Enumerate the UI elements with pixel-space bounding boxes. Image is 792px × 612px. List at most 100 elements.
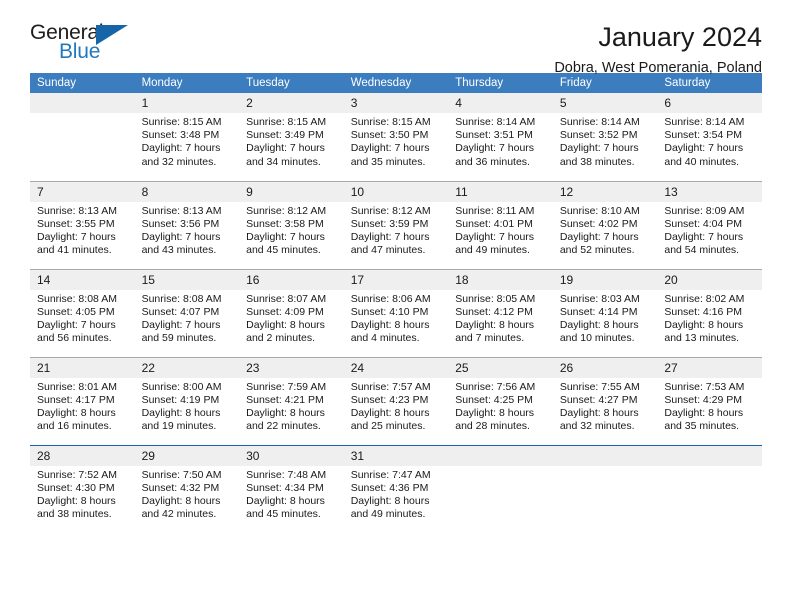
day-number: 29 [134, 445, 240, 466]
day-number [657, 445, 762, 466]
day-details: Sunrise: 8:10 AM Sunset: 4:02 PM Dayligh… [553, 202, 658, 258]
day-cell[interactable] [30, 93, 135, 181]
sunrise-text: Sunrise: 7:52 AM [37, 468, 117, 481]
day-cell[interactable]: 31 Sunrise: 7:47 AM Sunset: 4:36 PM Dayl… [343, 444, 449, 533]
daylight-text-line2: and 56 minutes. [37, 332, 112, 345]
day-cell[interactable]: 26 Sunrise: 7:55 AM Sunset: 4:27 PM Dayl… [552, 356, 658, 445]
daylight-text-line2: and 40 minutes. [664, 155, 740, 168]
sunset-text: Sunset: 3:50 PM [350, 129, 429, 142]
day-details: Sunrise: 7:55 AM Sunset: 4:27 PM Dayligh… [553, 378, 658, 434]
day-cell[interactable]: 13 Sunrise: 8:09 AM Sunset: 4:04 PM Dayl… [657, 180, 762, 269]
daylight-text-line2: and 16 minutes. [37, 420, 112, 433]
sunrise-text: Sunrise: 8:12 AM [350, 204, 431, 217]
day-cell[interactable]: 5 Sunrise: 8:14 AM Sunset: 3:52 PM Dayli… [552, 93, 658, 181]
day-cell[interactable] [657, 444, 762, 533]
sunset-text: Sunset: 3:55 PM [37, 217, 115, 230]
sunrise-text: Sunrise: 7:50 AM [141, 468, 222, 481]
day-cell[interactable]: 24 Sunrise: 7:57 AM Sunset: 4:23 PM Dayl… [343, 356, 449, 445]
sunset-text: Sunset: 4:36 PM [350, 481, 429, 494]
day-cell[interactable]: 2 Sunrise: 8:15 AM Sunset: 3:49 PM Dayli… [239, 93, 344, 181]
day-cell[interactable]: 6 Sunrise: 8:14 AM Sunset: 3:54 PM Dayli… [657, 93, 762, 181]
daylight-text-line2: and 45 minutes. [246, 244, 321, 257]
day-details: Sunrise: 7:57 AM Sunset: 4:23 PM Dayligh… [344, 378, 449, 434]
title-block: January 2024 Dobra, West Pomerania, Pola… [554, 22, 762, 77]
sunset-text: Sunset: 4:12 PM [455, 305, 533, 318]
day-number: 12 [552, 181, 658, 202]
daylight-text-line2: and 19 minutes. [141, 420, 217, 433]
day-details: Sunrise: 8:06 AM Sunset: 4:10 PM Dayligh… [344, 290, 449, 346]
day-number [30, 93, 135, 113]
day-details: Sunrise: 8:09 AM Sunset: 4:04 PM Dayligh… [657, 202, 762, 258]
sunrise-text: Sunrise: 7:55 AM [559, 380, 640, 393]
daylight-text-line2: and 54 minutes. [664, 244, 740, 257]
daylight-text-line1: Daylight: 7 hours [455, 230, 535, 243]
sunrise-text: Sunrise: 8:12 AM [246, 204, 327, 217]
sunrise-text: Sunrise: 8:14 AM [559, 116, 640, 128]
day-cell[interactable]: 28 Sunrise: 7:52 AM Sunset: 4:30 PM Dayl… [30, 444, 135, 533]
sunset-text: Sunset: 4:14 PM [559, 305, 638, 318]
day-details: Sunrise: 8:11 AM Sunset: 4:01 PM Dayligh… [448, 202, 553, 258]
day-cell[interactable]: 9 Sunrise: 8:12 AM Sunset: 3:58 PM Dayli… [239, 180, 344, 269]
sunset-text: Sunset: 4:01 PM [455, 217, 533, 230]
day-cell[interactable]: 29 Sunrise: 7:50 AM Sunset: 4:32 PM Dayl… [134, 444, 240, 533]
day-cell[interactable]: 10 Sunrise: 8:12 AM Sunset: 3:59 PM Dayl… [343, 180, 449, 269]
daylight-text-line2: and 42 minutes. [141, 508, 217, 521]
daylight-text-line1: Daylight: 7 hours [37, 230, 116, 243]
day-cell[interactable]: 7 Sunrise: 8:13 AM Sunset: 3:55 PM Dayli… [30, 180, 135, 269]
day-cell[interactable]: 19 Sunrise: 8:03 AM Sunset: 4:14 PM Dayl… [552, 268, 658, 357]
daylight-text-line1: Daylight: 8 hours [559, 318, 639, 331]
sunset-text: Sunset: 4:21 PM [246, 393, 324, 406]
sunset-text: Sunset: 4:04 PM [664, 217, 743, 230]
day-cell[interactable] [448, 444, 553, 533]
day-cell[interactable]: 18 Sunrise: 8:05 AM Sunset: 4:12 PM Dayl… [448, 268, 553, 357]
sunrise-text: Sunrise: 7:56 AM [455, 380, 536, 393]
day-details: Sunrise: 8:03 AM Sunset: 4:14 PM Dayligh… [553, 290, 658, 346]
daylight-text-line2: and 47 minutes. [350, 244, 426, 257]
general-blue-logo: General Blue [30, 22, 134, 72]
daylight-text-line1: Daylight: 8 hours [246, 406, 325, 419]
day-cell[interactable]: 3 Sunrise: 8:15 AM Sunset: 3:50 PM Dayli… [343, 93, 449, 181]
daylight-text-line1: Daylight: 7 hours [559, 230, 639, 243]
sunset-text: Sunset: 4:25 PM [455, 393, 533, 406]
day-number: 13 [657, 181, 762, 202]
day-cell[interactable]: 27 Sunrise: 7:53 AM Sunset: 4:29 PM Dayl… [657, 356, 762, 445]
daylight-text-line1: Daylight: 7 hours [37, 318, 116, 331]
daylight-text-line2: and 28 minutes. [455, 420, 530, 433]
sunset-text: Sunset: 3:59 PM [350, 217, 429, 230]
day-cell[interactable]: 8 Sunrise: 8:13 AM Sunset: 3:56 PM Dayli… [134, 180, 240, 269]
day-cell[interactable] [552, 444, 658, 533]
day-cell[interactable]: 23 Sunrise: 7:59 AM Sunset: 4:21 PM Dayl… [239, 356, 344, 445]
sunset-text: Sunset: 4:30 PM [37, 481, 115, 494]
day-cell[interactable]: 15 Sunrise: 8:08 AM Sunset: 4:07 PM Dayl… [134, 268, 240, 357]
day-cell[interactable]: 21 Sunrise: 8:01 AM Sunset: 4:17 PM Dayl… [30, 356, 135, 445]
sunrise-text: Sunrise: 8:00 AM [141, 380, 222, 393]
sunrise-text: Sunrise: 8:15 AM [141, 116, 222, 128]
day-details [553, 466, 658, 469]
day-cell[interactable]: 25 Sunrise: 7:56 AM Sunset: 4:25 PM Dayl… [448, 356, 553, 445]
calendar-week-row: 1 Sunrise: 8:15 AM Sunset: 3:48 PM Dayli… [30, 93, 762, 181]
day-cell[interactable]: 11 Sunrise: 8:11 AM Sunset: 4:01 PM Dayl… [448, 180, 553, 269]
weekday-sunday: Sunday [30, 73, 135, 93]
sunset-text: Sunset: 4:16 PM [664, 305, 743, 318]
day-cell[interactable]: 30 Sunrise: 7:48 AM Sunset: 4:34 PM Dayl… [239, 444, 344, 533]
day-cell[interactable]: 14 Sunrise: 8:08 AM Sunset: 4:05 PM Dayl… [30, 268, 135, 357]
day-cell[interactable]: 17 Sunrise: 8:06 AM Sunset: 4:10 PM Dayl… [343, 268, 449, 357]
sunset-text: Sunset: 4:34 PM [246, 481, 324, 494]
day-cell[interactable]: 22 Sunrise: 8:00 AM Sunset: 4:19 PM Dayl… [134, 356, 240, 445]
daylight-text-line1: Daylight: 7 hours [664, 142, 744, 155]
day-details: Sunrise: 8:00 AM Sunset: 4:19 PM Dayligh… [135, 378, 240, 434]
sunrise-text: Sunrise: 8:08 AM [141, 292, 222, 305]
day-cell[interactable]: 4 Sunrise: 8:14 AM Sunset: 3:51 PM Dayli… [448, 93, 553, 181]
sunrise-text: Sunrise: 8:10 AM [559, 204, 640, 217]
day-cell[interactable]: 1 Sunrise: 8:15 AM Sunset: 3:48 PM Dayli… [134, 93, 240, 181]
daylight-text-line2: and 10 minutes. [559, 332, 635, 345]
daylight-text-line2: and 43 minutes. [141, 244, 217, 257]
day-cell[interactable]: 20 Sunrise: 8:02 AM Sunset: 4:16 PM Dayl… [657, 268, 762, 357]
sunset-text: Sunset: 4:10 PM [350, 305, 429, 318]
day-details: Sunrise: 7:59 AM Sunset: 4:21 PM Dayligh… [239, 378, 344, 434]
day-cell[interactable]: 12 Sunrise: 8:10 AM Sunset: 4:02 PM Dayl… [552, 180, 658, 269]
daylight-text-line1: Daylight: 7 hours [141, 142, 221, 155]
day-cell[interactable]: 16 Sunrise: 8:07 AM Sunset: 4:09 PM Dayl… [239, 268, 344, 357]
day-number: 17 [343, 269, 449, 290]
sunset-text: Sunset: 3:49 PM [246, 129, 324, 142]
